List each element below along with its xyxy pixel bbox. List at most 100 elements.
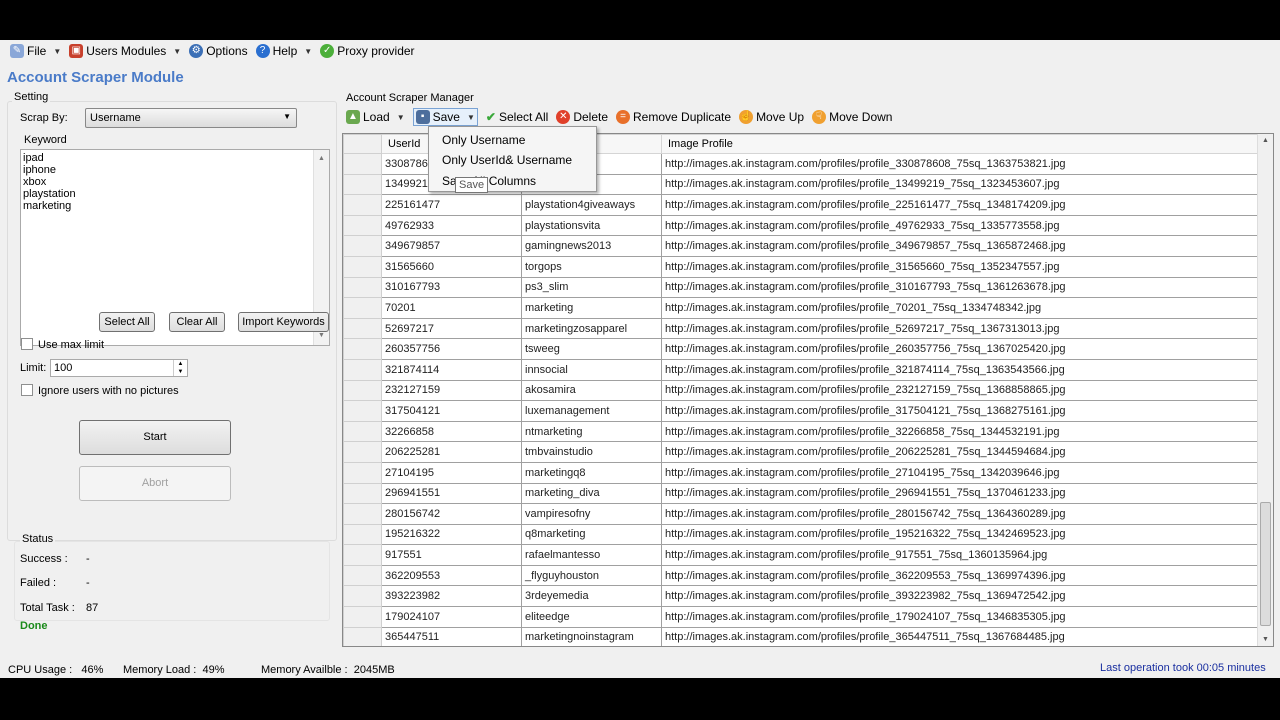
username-cell[interactable]: marketing bbox=[521, 297, 662, 319]
menu-item-userid-username[interactable]: Only UserId& Username bbox=[442, 153, 572, 167]
image-profile-cell[interactable]: http://images.ak.instagram.com/profiles/… bbox=[661, 317, 1259, 340]
import-keywords-button[interactable]: Import Keywords bbox=[238, 312, 329, 332]
menu-users-modules[interactable]: ▣ Users Modules ▼ bbox=[69, 44, 181, 58]
table-row[interactable]: 32266858 ntmarketing http://images.ak.inst… bbox=[343, 420, 1259, 443]
row-header[interactable] bbox=[343, 400, 382, 422]
username-cell[interactable]: marketingq8 bbox=[521, 461, 662, 484]
scroll-thumb[interactable] bbox=[1260, 502, 1271, 626]
row-header[interactable] bbox=[343, 255, 382, 278]
use-max-limit-checkbox[interactable] bbox=[21, 338, 33, 350]
userid-cell[interactable]: 280156742 bbox=[381, 503, 522, 525]
delete-button[interactable]: ✕ Delete bbox=[556, 110, 608, 124]
image-profile-cell[interactable]: http://images.ak.instagram.com/profiles/… bbox=[661, 482, 1259, 505]
table-row[interactable]: 49762933 playstationsvita http://images.ak… bbox=[343, 214, 1259, 237]
table-row[interactable]: 362209553 _flyguyhouston http://images.ak.… bbox=[343, 564, 1259, 587]
scroll-down-icon[interactable]: ▼ bbox=[1258, 636, 1273, 643]
load-button[interactable]: ▲ Load ▼ bbox=[346, 110, 405, 124]
row-header[interactable] bbox=[343, 585, 382, 608]
image-profile-cell[interactable]: http://images.ak.instagram.com/profiles/… bbox=[661, 173, 1259, 196]
limit-input[interactable]: 100 ▲ ▼ bbox=[50, 359, 188, 377]
row-header[interactable] bbox=[343, 441, 382, 463]
menu-item-only-username[interactable]: Only Username bbox=[442, 133, 525, 147]
userid-cell[interactable]: 70201 bbox=[381, 297, 522, 319]
table-row[interactable]: 31565660 torgops http://images.ak.instagra… bbox=[343, 255, 1259, 278]
image-profile-cell[interactable]: http://images.ak.instagram.com/profiles/… bbox=[661, 358, 1259, 381]
userid-cell[interactable]: 31565660 bbox=[381, 255, 522, 278]
username-cell[interactable]: luxemanagement bbox=[521, 400, 662, 422]
image-profile-cell[interactable]: http://images.ak.instagram.com/profiles/… bbox=[661, 276, 1259, 299]
table-row[interactable]: 280156742 vampiresofny http://images.ak.in… bbox=[343, 503, 1259, 525]
row-header[interactable] bbox=[343, 235, 382, 257]
username-cell[interactable]: torgops bbox=[521, 255, 662, 278]
table-row[interactable]: 393223982 3rdeyemedia http://images.ak.ins… bbox=[343, 585, 1259, 608]
select-all-keywords-button[interactable]: Select All bbox=[99, 312, 155, 332]
table-row[interactable]: 195216322 q8marketing http://images.ak.ins… bbox=[343, 523, 1259, 546]
username-cell[interactable]: rafaelmantesso bbox=[521, 544, 662, 566]
image-profile-cell[interactable]: http://images.ak.instagram.com/profiles/… bbox=[661, 564, 1259, 587]
row-header[interactable] bbox=[343, 173, 382, 196]
userid-cell[interactable]: 362209553 bbox=[381, 564, 522, 587]
image-profile-cell[interactable]: http://images.ak.instagram.com/profiles/… bbox=[661, 235, 1259, 257]
row-header[interactable] bbox=[343, 523, 382, 546]
row-header[interactable] bbox=[343, 297, 382, 319]
table-row[interactable]: 206225281 tmbvainstudio http://images.ak.i… bbox=[343, 441, 1259, 463]
username-cell[interactable]: marketingnoinstagram bbox=[521, 626, 662, 646]
image-profile-cell[interactable]: http://images.ak.instagram.com/profiles/… bbox=[661, 338, 1259, 360]
menu-help[interactable]: ? Help ▼ bbox=[255, 44, 312, 58]
userid-cell[interactable]: 917551 bbox=[381, 544, 522, 566]
move-down-button[interactable]: ☟ Move Down bbox=[812, 110, 892, 124]
image-profile-cell[interactable]: http://images.ak.instagram.com/profiles/… bbox=[661, 420, 1259, 443]
userid-cell[interactable]: 260357756 bbox=[381, 338, 522, 360]
username-cell[interactable]: tsweeg bbox=[521, 338, 662, 360]
userid-cell[interactable]: 349679857 bbox=[381, 235, 522, 257]
image-profile-cell[interactable]: http://images.ak.instagram.com/profiles/… bbox=[661, 214, 1259, 237]
username-cell[interactable]: akosamira bbox=[521, 379, 662, 402]
clear-all-keywords-button[interactable]: Clear All bbox=[169, 312, 225, 332]
userid-cell[interactable]: 317504121 bbox=[381, 400, 522, 422]
table-row[interactable]: 27104195 marketingq8 http://images.ak.inst… bbox=[343, 461, 1259, 484]
userid-cell[interactable]: 365447511 bbox=[381, 626, 522, 646]
username-cell[interactable]: eliteedge bbox=[521, 606, 662, 628]
menu-options[interactable]: ⚙ Options bbox=[189, 44, 248, 58]
row-header[interactable] bbox=[343, 482, 382, 505]
image-profile-cell[interactable]: http://images.ak.instagram.com/profiles/… bbox=[661, 194, 1259, 216]
row-header[interactable] bbox=[343, 153, 382, 175]
username-cell[interactable]: innsocial bbox=[521, 358, 662, 381]
row-header[interactable] bbox=[343, 358, 382, 381]
table-row[interactable]: 310167793 ps3_slim http://images.ak.instag… bbox=[343, 276, 1259, 299]
username-cell[interactable]: gamingnews2013 bbox=[521, 235, 662, 257]
table-row[interactable]: 179024107 eliteedge http://images.ak.insta… bbox=[343, 606, 1259, 628]
image-profile-cell[interactable]: http://images.ak.instagram.com/profiles/… bbox=[661, 379, 1259, 402]
image-profile-cell[interactable]: http://images.ak.instagram.com/profiles/… bbox=[661, 585, 1259, 608]
table-row[interactable]: 317504121 luxemanagement http://images.ak.… bbox=[343, 400, 1259, 422]
row-header[interactable] bbox=[343, 420, 382, 443]
image-profile-cell[interactable]: http://images.ak.instagram.com/profiles/… bbox=[661, 626, 1259, 646]
row-header[interactable] bbox=[343, 626, 382, 646]
userid-cell[interactable]: 32266858 bbox=[381, 420, 522, 443]
grid-scrollbar[interactable]: ▲ ▼ bbox=[1257, 134, 1273, 646]
username-cell[interactable]: marketingzosapparel bbox=[521, 317, 662, 340]
username-cell[interactable]: tmbvainstudio bbox=[521, 441, 662, 463]
userid-cell[interactable]: 49762933 bbox=[381, 214, 522, 237]
userid-cell[interactable]: 321874114 bbox=[381, 358, 522, 381]
table-row[interactable]: 296941551 marketing_diva http://images.ak.… bbox=[343, 482, 1259, 505]
username-cell[interactable]: q8marketing bbox=[521, 523, 662, 546]
table-row[interactable]: 260357756 tsweeg http://images.ak.instagra… bbox=[343, 338, 1259, 360]
image-profile-cell[interactable]: http://images.ak.instagram.com/profiles/… bbox=[661, 297, 1259, 319]
table-row[interactable]: 70201 marketing http://images.ak.instagram… bbox=[343, 297, 1259, 319]
row-header[interactable] bbox=[343, 276, 382, 299]
image-profile-cell[interactable]: http://images.ak.instagram.com/profiles/… bbox=[661, 544, 1259, 566]
menu-proxy-provider[interactable]: ✓ Proxy provider bbox=[320, 44, 415, 58]
save-button[interactable]: ▪ Save ▼ bbox=[412, 108, 478, 126]
username-cell[interactable]: vampiresofny bbox=[521, 503, 662, 525]
start-button[interactable]: Start bbox=[79, 420, 231, 455]
row-header[interactable] bbox=[343, 503, 382, 525]
image-profile-cell[interactable]: http://images.ak.instagram.com/profiles/… bbox=[661, 153, 1259, 175]
row-header[interactable] bbox=[343, 461, 382, 484]
row-header[interactable] bbox=[343, 317, 382, 340]
userid-cell[interactable]: 310167793 bbox=[381, 276, 522, 299]
table-row[interactable]: 349679857 gamingnews2013 http://images.ak.… bbox=[343, 235, 1259, 257]
column-image-profile[interactable]: Image Profile bbox=[661, 134, 1259, 154]
ignore-no-pictures-checkbox[interactable] bbox=[21, 384, 33, 396]
username-cell[interactable]: ps3_slim bbox=[521, 276, 662, 299]
